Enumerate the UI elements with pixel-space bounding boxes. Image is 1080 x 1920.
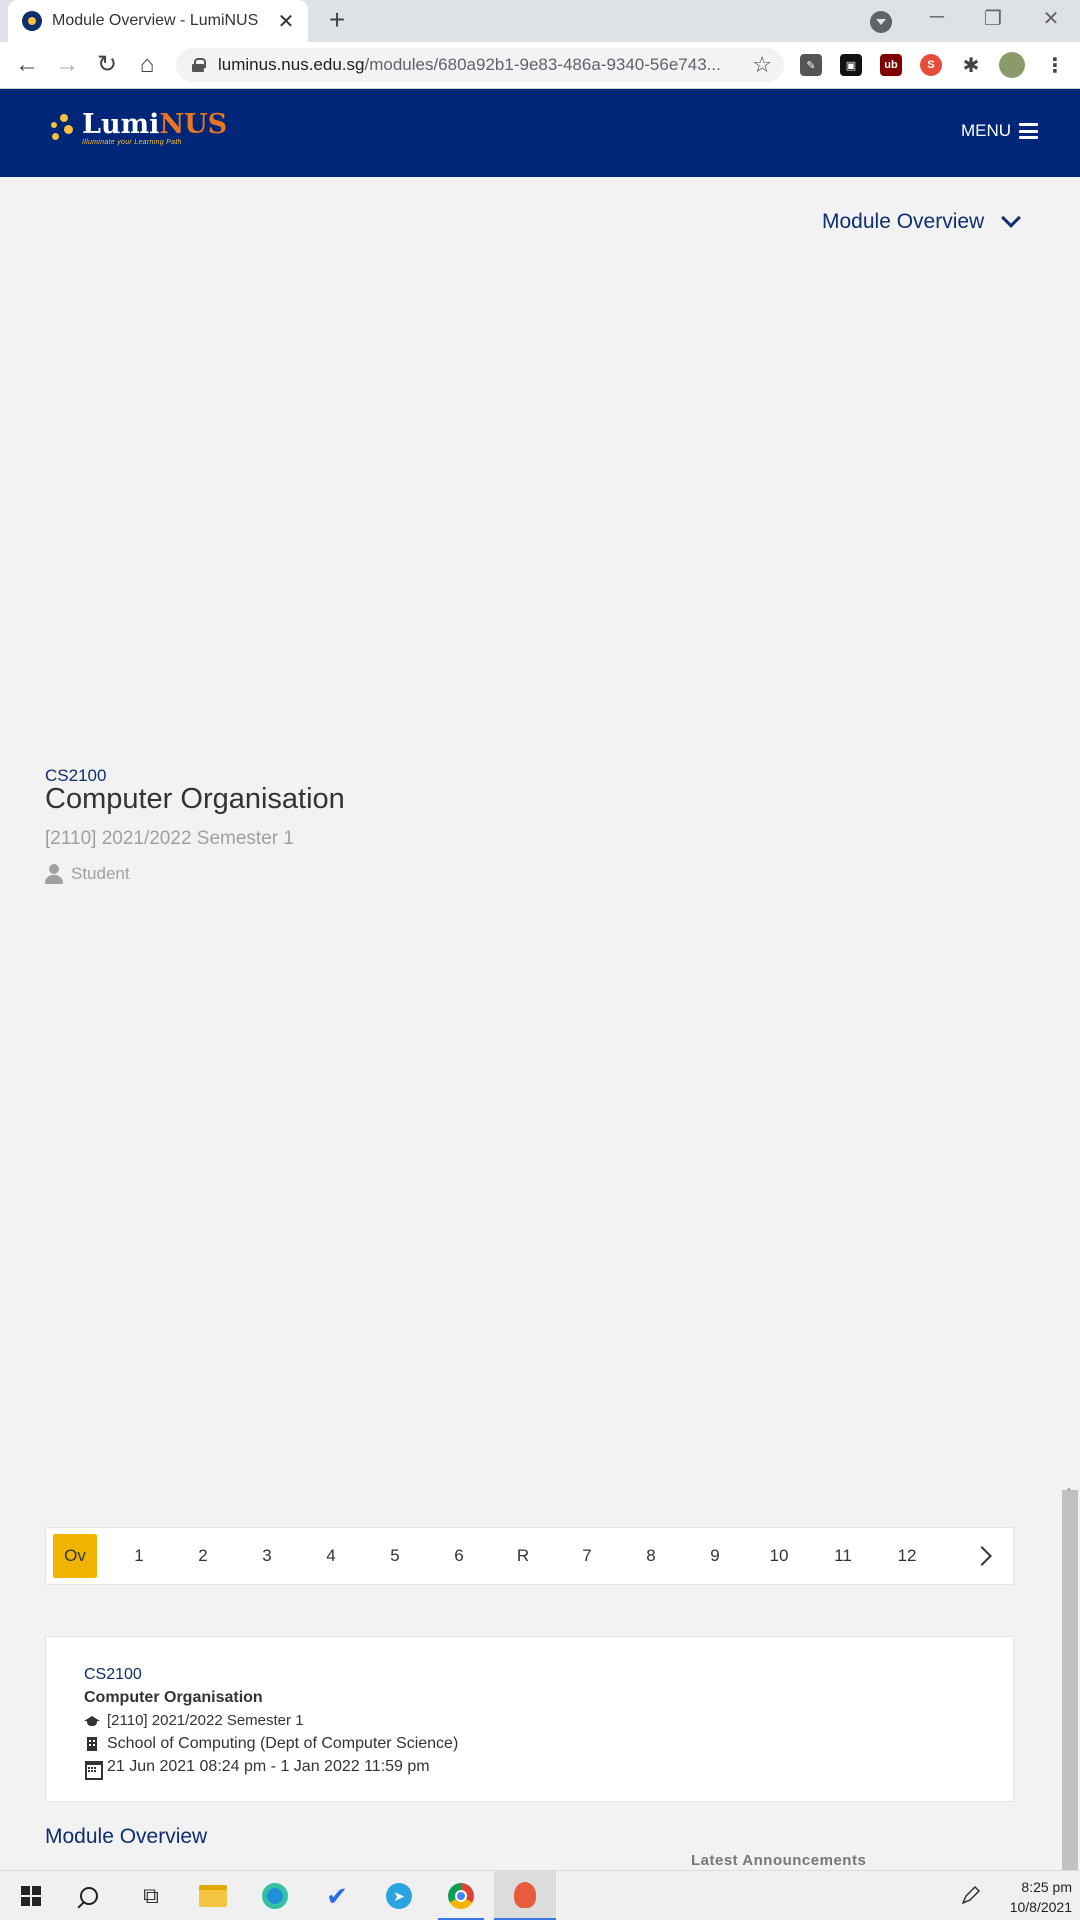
- week-tab[interactable]: 4: [309, 1534, 353, 1578]
- week-navigation: Ov 1 2 3 4 5 6 R 7 8 9 10 11 12: [45, 1527, 1014, 1585]
- browser-toolbar: ← → ↻ ⌂ luminus.nus.edu.sg/modules/680a9…: [0, 42, 1080, 89]
- telegram-icon[interactable]: ➤: [368, 1871, 430, 1920]
- tab-title: Module Overview - LumiNUS: [52, 12, 259, 29]
- url-text: luminus.nus.edu.sg/modules/680a92b1-9e83…: [218, 55, 721, 74]
- profile-avatar[interactable]: [999, 52, 1025, 78]
- todo-app-icon[interactable]: ✔: [306, 1871, 368, 1920]
- week-tab[interactable]: 10: [757, 1534, 801, 1578]
- site-header: LumiNUS Illuminate your Learning Path ME…: [0, 89, 1080, 177]
- week-tab[interactable]: 9: [693, 1534, 737, 1578]
- address-bar[interactable]: luminus.nus.edu.sg/modules/680a92b1-9e83…: [176, 48, 784, 82]
- browser-tab-bar: Module Overview - LumiNUS ✕ + ─ ❐ ✕: [0, 0, 1080, 42]
- card-semester-row: [2110] 2021/2022 Semester 1: [84, 1709, 975, 1732]
- calendar-icon: [84, 1760, 103, 1780]
- minimize-button[interactable]: ─: [922, 6, 952, 29]
- week-tab[interactable]: 7: [565, 1534, 609, 1578]
- windows-logo-icon: [21, 1886, 41, 1906]
- logo-dots-icon: [48, 112, 78, 146]
- menu-label: MENU: [961, 121, 1012, 140]
- week-tab[interactable]: 11: [821, 1534, 865, 1578]
- module-title: Computer Organisation: [45, 783, 345, 815]
- card-module-title: Computer Organisation: [84, 1689, 263, 1706]
- section-title-module-overview: Module Overview: [45, 1825, 208, 1848]
- new-tab-button[interactable]: +: [322, 6, 352, 36]
- week-tab[interactable]: 2: [181, 1534, 225, 1578]
- chevron-down-icon: [1001, 208, 1022, 228]
- chrome-icon[interactable]: [430, 1871, 492, 1920]
- restore-button[interactable]: ❐: [978, 6, 1008, 31]
- week-tab[interactable]: 3: [245, 1534, 289, 1578]
- week-tab[interactable]: 6: [437, 1534, 481, 1578]
- week-tab[interactable]: 12: [885, 1534, 929, 1578]
- pen-workspace-icon[interactable]: [960, 1884, 982, 1906]
- chevron-right-icon[interactable]: [972, 1546, 992, 1566]
- page-selector-label: Module Overview: [822, 210, 985, 233]
- luminus-logo[interactable]: LumiNUS Illuminate your Learning Path: [48, 111, 227, 146]
- close-window-button[interactable]: ✕: [1036, 6, 1066, 31]
- graduation-cap-icon: [84, 1714, 100, 1728]
- scrollbar[interactable]: [1062, 1490, 1078, 1870]
- snipping-tool-icon[interactable]: [494, 1871, 556, 1920]
- week-tab[interactable]: Ov: [53, 1534, 97, 1578]
- search-icon: [80, 1887, 98, 1905]
- module-role: Student: [45, 864, 130, 884]
- hamburger-icon: [1019, 123, 1039, 139]
- system-clock[interactable]: 8:25 pm 10/8/2021: [1010, 1877, 1072, 1917]
- task-view-icon[interactable]: ⧉: [120, 1871, 182, 1920]
- luminus-favicon-icon: [22, 11, 42, 31]
- extensions-puzzle-icon[interactable]: ✱: [960, 54, 982, 77]
- week-tab[interactable]: R: [501, 1534, 545, 1578]
- extension-icon[interactable]: ▣: [840, 54, 862, 76]
- card-module-code: CS2100: [84, 1666, 142, 1683]
- forward-icon[interactable]: →: [52, 50, 82, 80]
- card-period-row: 21 Jun 2021 08:24 pm - 1 Jan 2022 11:59 …: [84, 1755, 975, 1780]
- card-faculty-row: School of Computing (Dept of Computer Sc…: [84, 1732, 975, 1755]
- os-taskbar: ⧉ ✔ ➤ 8:25 pm 10/8/2021: [0, 1870, 1080, 1920]
- tab-close-icon[interactable]: ✕: [276, 9, 296, 34]
- file-explorer-icon[interactable]: [182, 1871, 244, 1920]
- user-icon: [45, 864, 63, 884]
- ublock-icon[interactable]: ub: [880, 54, 902, 76]
- browser-tab[interactable]: Module Overview - LumiNUS ✕: [8, 0, 308, 42]
- module-info-card: CS2100 Computer Organisation [2110] 2021…: [45, 1636, 1014, 1802]
- browser-menu-icon[interactable]: ⋮: [1044, 54, 1066, 77]
- extension-icon[interactable]: ✎: [800, 54, 822, 76]
- taskbar-search-button[interactable]: [58, 1871, 120, 1920]
- page-selector-dropdown[interactable]: Module Overview: [822, 208, 1022, 234]
- extension-icon[interactable]: S: [920, 54, 942, 76]
- back-icon[interactable]: ←: [12, 50, 42, 80]
- role-label: Student: [71, 864, 130, 883]
- week-tab[interactable]: 8: [629, 1534, 673, 1578]
- latest-announcements-heading: Latest Announcements: [691, 1852, 867, 1869]
- bookmark-star-icon[interactable]: ☆: [752, 52, 772, 78]
- tab-search-icon[interactable]: [870, 11, 892, 33]
- reload-icon[interactable]: ↻: [92, 50, 122, 80]
- edge-browser-icon[interactable]: [244, 1871, 306, 1920]
- home-icon[interactable]: ⌂: [132, 50, 162, 80]
- start-button[interactable]: [0, 1871, 62, 1920]
- building-icon: [84, 1736, 100, 1751]
- lock-icon: [192, 58, 206, 72]
- module-semester: [2110] 2021/2022 Semester 1: [45, 828, 294, 849]
- menu-button[interactable]: MENU: [961, 121, 1039, 141]
- week-tab[interactable]: 1: [117, 1534, 161, 1578]
- week-tab[interactable]: 5: [373, 1534, 417, 1578]
